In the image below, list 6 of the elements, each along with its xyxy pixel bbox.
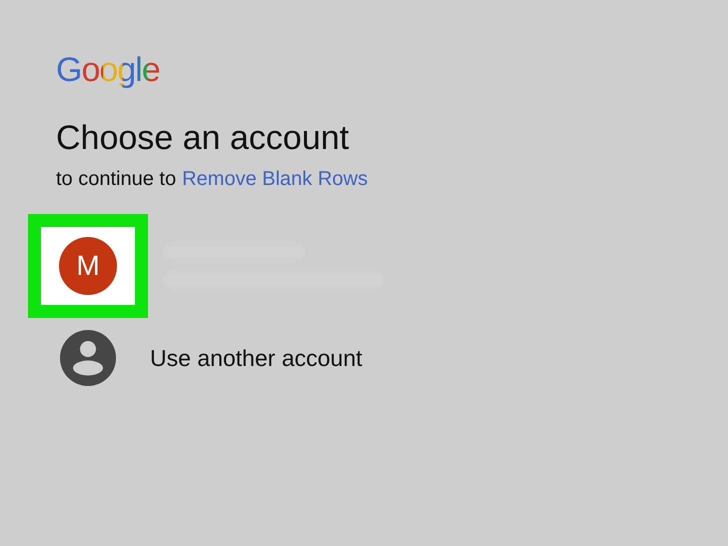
subheading-text: to continue to [56,167,176,192]
account-avatar[interactable]: M [59,237,117,295]
use-another-account-link[interactable]: Use another account [150,344,362,372]
app-link[interactable]: Remove Blank Rows [182,166,368,192]
person-icon[interactable] [60,330,116,386]
page-heading: Choose an account [56,118,350,158]
